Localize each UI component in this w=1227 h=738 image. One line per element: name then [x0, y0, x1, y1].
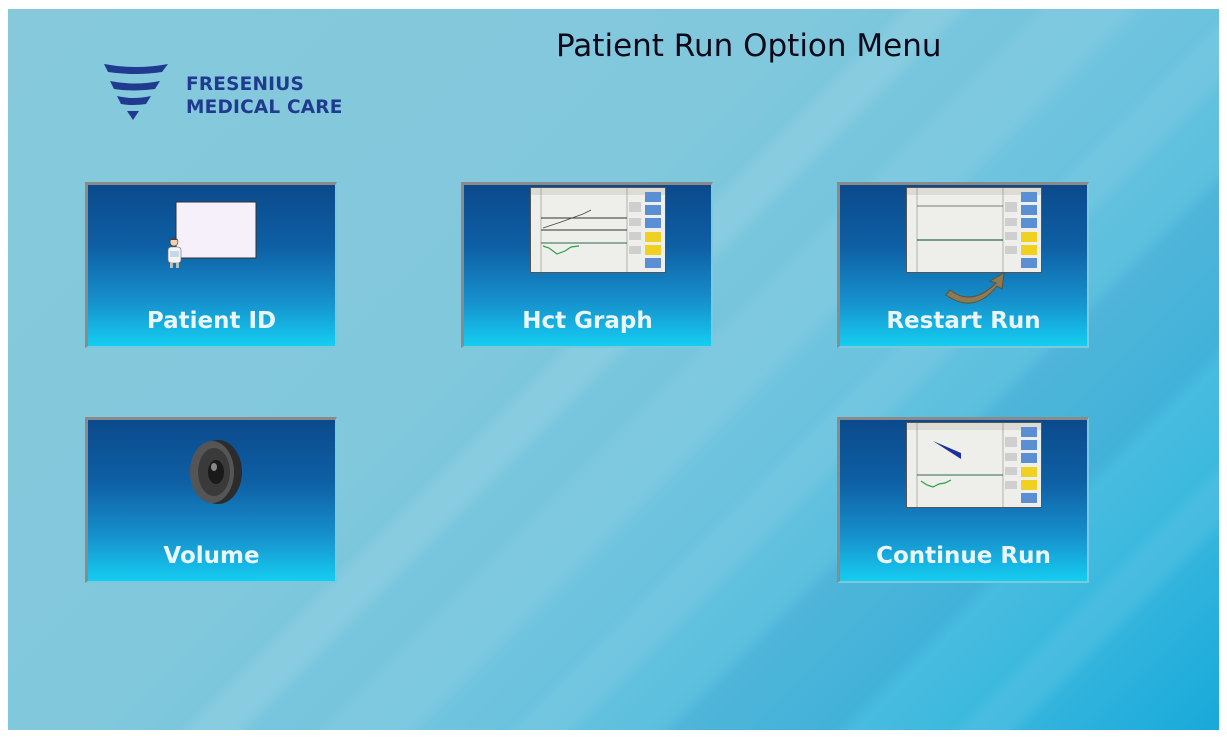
patient-id-button[interactable]: Patient ID — [85, 182, 337, 348]
volume-label: Volume — [163, 543, 260, 569]
patient-id-icon — [167, 201, 257, 268]
logo-line-1: FRESENIUS — [186, 74, 304, 95]
fresenius-logo-icon — [104, 64, 168, 120]
continue-run-thumbnail-icon — [906, 422, 1042, 508]
hct-graph-label: Hct Graph — [522, 308, 653, 334]
restart-arrow-icon — [945, 272, 1005, 304]
restart-run-button[interactable]: Restart Run — [837, 182, 1089, 348]
run-option-screen: Patient Run Option Menu FRESENIUS MEDICA… — [8, 9, 1219, 730]
hct-graph-button[interactable]: Hct Graph — [461, 182, 713, 348]
logo-line-2: MEDICAL CARE — [186, 97, 343, 118]
speaker-icon — [190, 440, 242, 504]
restart-run-label: Restart Run — [886, 308, 1041, 334]
continue-run-label: Continue Run — [876, 543, 1051, 569]
patient-id-label: Patient ID — [146, 308, 277, 334]
volume-button[interactable]: Volume — [85, 417, 337, 583]
continue-run-button[interactable]: Continue Run — [837, 417, 1089, 583]
company-logo: FRESENIUS MEDICAL CARE — [104, 61, 374, 131]
hct-graph-thumbnail-icon — [530, 187, 666, 273]
page-title: Patient Run Option Menu — [556, 28, 942, 64]
